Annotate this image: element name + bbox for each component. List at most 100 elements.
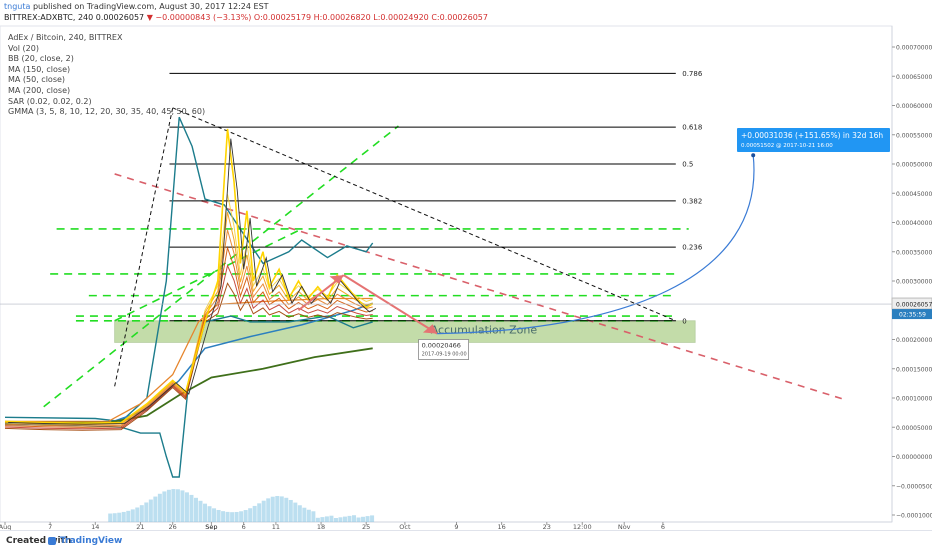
volume-bar — [302, 507, 307, 522]
x-tick-label: 9 — [454, 523, 458, 530]
legend-item[interactable]: MA (150, close) — [8, 65, 205, 76]
y-tick-label: 0.00070000 — [896, 45, 932, 52]
x-tick-label: Oct — [399, 523, 411, 530]
footer-bar: Created with TradingView — [0, 530, 932, 551]
fib-level-label: 0.382 — [682, 197, 702, 205]
volume-bar — [306, 509, 311, 522]
volume-bar — [329, 515, 334, 522]
y-tick-label: 0.00000000 — [896, 454, 932, 461]
fib-level-label: 0.786 — [682, 70, 703, 78]
x-tick-label: Aug — [0, 523, 11, 530]
volume-bar — [352, 515, 357, 522]
x-tick-label: 23 — [543, 523, 551, 530]
volume-bar — [193, 497, 198, 522]
down-arrow-icon: ▼ — [146, 13, 153, 22]
x-tick-label: Sep — [205, 523, 217, 530]
volume-bar — [297, 505, 302, 522]
high-value: H:0.00026820 — [313, 13, 371, 22]
volume-bar — [230, 512, 235, 522]
volume-bar — [365, 516, 370, 522]
fib-level-label: 0.618 — [682, 124, 702, 132]
volume-bar — [225, 511, 230, 522]
volume-bar — [370, 515, 375, 522]
x-tick-label: 7 — [48, 523, 52, 530]
y-tick-label: 0.00030000 — [896, 279, 932, 286]
volume-bar — [347, 515, 352, 522]
low-callout-line1: 0.00020466 — [422, 342, 461, 350]
volume-bar — [311, 511, 316, 522]
volume-bar — [338, 517, 343, 522]
y-tick-label: 0.00020000 — [896, 337, 932, 344]
y-tick-label: 0.00010000 — [896, 396, 932, 403]
legend-item[interactable]: Vol (20) — [8, 44, 205, 55]
volume-bar — [212, 508, 217, 522]
volume-bar — [157, 493, 162, 522]
projection-end-point — [751, 153, 756, 158]
x-tick-label: 26 — [169, 523, 177, 530]
volume-bar — [266, 498, 271, 522]
countdown-label: 02:35:59 — [899, 312, 926, 319]
author-name[interactable]: tnguta — [4, 2, 30, 11]
publish-line: tnguta published on TradingView.com, Aug… — [4, 2, 269, 11]
x-tick-label: 6 — [661, 523, 665, 530]
target-callout-line2: 0.00051502 @ 2017-10-21 16:00 — [741, 143, 833, 149]
volume-bar — [288, 499, 293, 522]
volume-bar — [320, 517, 325, 522]
volume-bar — [239, 511, 244, 522]
volume-bar — [279, 496, 284, 522]
fib-level-label: 0.5 — [682, 161, 693, 169]
y-tick-label: −0.00005000 — [896, 483, 932, 490]
volume-bar — [148, 499, 153, 522]
tradingview-logo-icon — [48, 537, 56, 545]
y-tick-label: 0.00040000 — [896, 220, 932, 227]
y-tick-label: −0.00010000 — [896, 513, 932, 520]
volume-bar — [180, 490, 185, 522]
volume-bar — [216, 509, 221, 522]
volume-bar — [234, 511, 239, 522]
legend-item[interactable]: MA (200, close) — [8, 86, 205, 97]
legend-item[interactable]: AdEx / Bitcoin, 240, BITTREX — [8, 33, 205, 44]
volume-bar — [198, 500, 203, 522]
volume-bar — [130, 509, 135, 522]
y-tick-label: 0.00060000 — [896, 103, 932, 110]
indicator-legend: AdEx / Bitcoin, 240, BITTREX Vol (20) BB… — [8, 33, 205, 118]
volume-bar — [284, 497, 289, 522]
last-price-label: 0.00026057 — [896, 302, 932, 309]
volume-bar — [166, 489, 171, 522]
volume-bar — [361, 516, 366, 522]
y-tick-label: 0.00045000 — [896, 191, 932, 198]
tradingview-link[interactable]: TradingView — [60, 536, 122, 546]
volume-bar — [324, 516, 329, 522]
price-change: −0.00000843 (−3.13%) — [155, 13, 252, 22]
volume-bar — [243, 510, 248, 522]
volume-bar — [135, 507, 140, 522]
volume-bar — [333, 518, 338, 522]
volume-bar — [144, 502, 149, 522]
close-value: C:0.00026057 — [431, 13, 488, 22]
low-value: L:0.00024920 — [373, 13, 429, 22]
volume-bar — [342, 516, 347, 522]
volume-bar — [126, 510, 131, 522]
volume-bar — [139, 505, 144, 522]
legend-item[interactable]: GMMA (3, 5, 8, 10, 12, 20, 30, 35, 40, 4… — [8, 107, 205, 118]
legend-item[interactable]: SAR (0.02, 0.02, 0.2) — [8, 97, 205, 108]
volume-bar — [112, 513, 117, 522]
x-tick-label: 12:00 — [573, 523, 592, 530]
volume-bar — [203, 503, 208, 522]
volume-bar — [275, 496, 280, 522]
x-tick-label: 11 — [272, 523, 280, 530]
legend-item[interactable]: MA (50, close) — [8, 75, 205, 86]
volume-bar — [184, 492, 189, 522]
target-callout-line1: +0.00031036 (+151.65%) in 32d 16h — [741, 131, 883, 140]
y-tick-label: 0.00015000 — [896, 366, 932, 373]
y-tick-label: 0.00065000 — [896, 74, 932, 81]
x-tick-label: 25 — [362, 523, 370, 530]
volume-bar — [356, 517, 361, 522]
volume-bar — [175, 489, 180, 522]
legend-item[interactable]: BB (20, close, 2) — [8, 54, 205, 65]
x-tick-label: 18 — [317, 523, 325, 530]
volume-bar — [117, 512, 122, 522]
accumulation-zone-label: Accumulation Zone — [431, 324, 538, 337]
y-tick-label: 0.00035000 — [896, 249, 932, 256]
x-tick-label: 16 — [498, 523, 506, 530]
